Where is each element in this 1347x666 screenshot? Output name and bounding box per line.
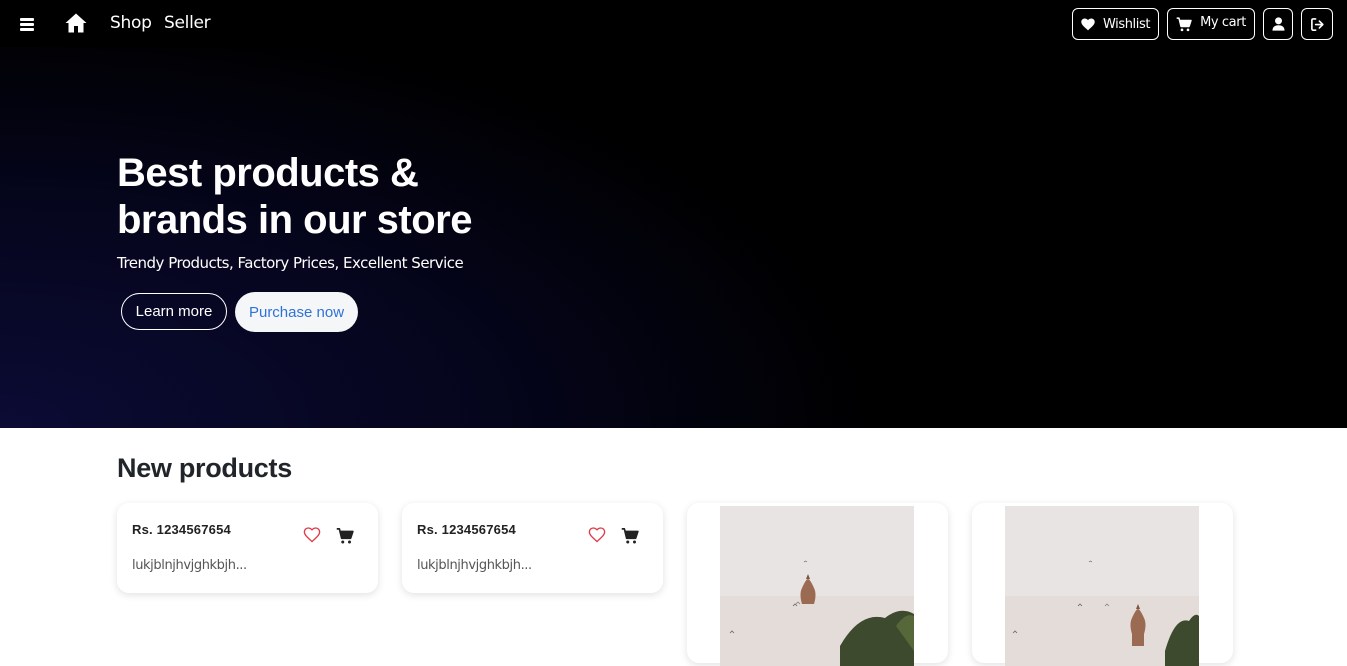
product-description: lukjblnjhvjghkbjh... xyxy=(417,558,532,573)
add-to-cart-icon[interactable] xyxy=(621,527,639,545)
product-card[interactable]: Rs. 1234567654 lukjblnjhvjghkbjh... xyxy=(117,503,378,593)
product-price: Rs. 1234567654 xyxy=(417,522,516,537)
my-cart-button[interactable]: My cart xyxy=(1167,8,1255,40)
nav-link-seller[interactable]: Seller xyxy=(164,13,211,33)
learn-more-button[interactable]: Learn more xyxy=(121,293,227,330)
user-icon xyxy=(1271,17,1285,31)
wishlist-label: Wishlist xyxy=(1102,16,1151,32)
product-description: lukjblnjhvjghkbjh... xyxy=(132,558,247,573)
product-card[interactable] xyxy=(972,503,1233,666)
home-button[interactable] xyxy=(64,11,88,35)
hamburger-icon xyxy=(20,18,34,21)
home-icon xyxy=(65,13,87,33)
product-card[interactable] xyxy=(687,503,948,666)
logout-icon xyxy=(1310,17,1324,31)
new-products-title: New products xyxy=(117,453,292,483)
hero-subtitle: Trendy Products, Factory Prices, Excelle… xyxy=(117,254,464,272)
heart-icon xyxy=(1081,17,1095,30)
hamburger-icon-line xyxy=(20,28,34,31)
cart-icon xyxy=(1176,17,1192,32)
wishlist-button[interactable]: Wishlist xyxy=(1072,8,1159,40)
menu-toggle-button[interactable] xyxy=(17,14,37,34)
hero-title: Best products & brands in our store xyxy=(117,151,473,242)
top-navbar: Shop Seller Wishlist My cart xyxy=(0,0,1347,47)
add-to-cart-icon[interactable] xyxy=(336,527,354,545)
user-account-button[interactable] xyxy=(1263,8,1293,40)
logout-button[interactable] xyxy=(1301,8,1333,40)
product-image[interactable] xyxy=(1005,506,1199,666)
add-to-wishlist-heart-icon[interactable] xyxy=(588,527,606,543)
my-cart-label: My cart xyxy=(1200,14,1246,30)
product-price: Rs. 1234567654 xyxy=(132,522,231,537)
nav-link-shop[interactable]: Shop xyxy=(110,13,152,33)
product-image[interactable] xyxy=(720,506,914,666)
hamburger-icon-line xyxy=(20,23,34,26)
add-to-wishlist-heart-icon[interactable] xyxy=(303,527,321,543)
purchase-now-button[interactable]: Purchase now xyxy=(235,292,358,332)
product-card[interactable]: Rs. 1234567654 lukjblnjhvjghkbjh... xyxy=(402,503,663,593)
